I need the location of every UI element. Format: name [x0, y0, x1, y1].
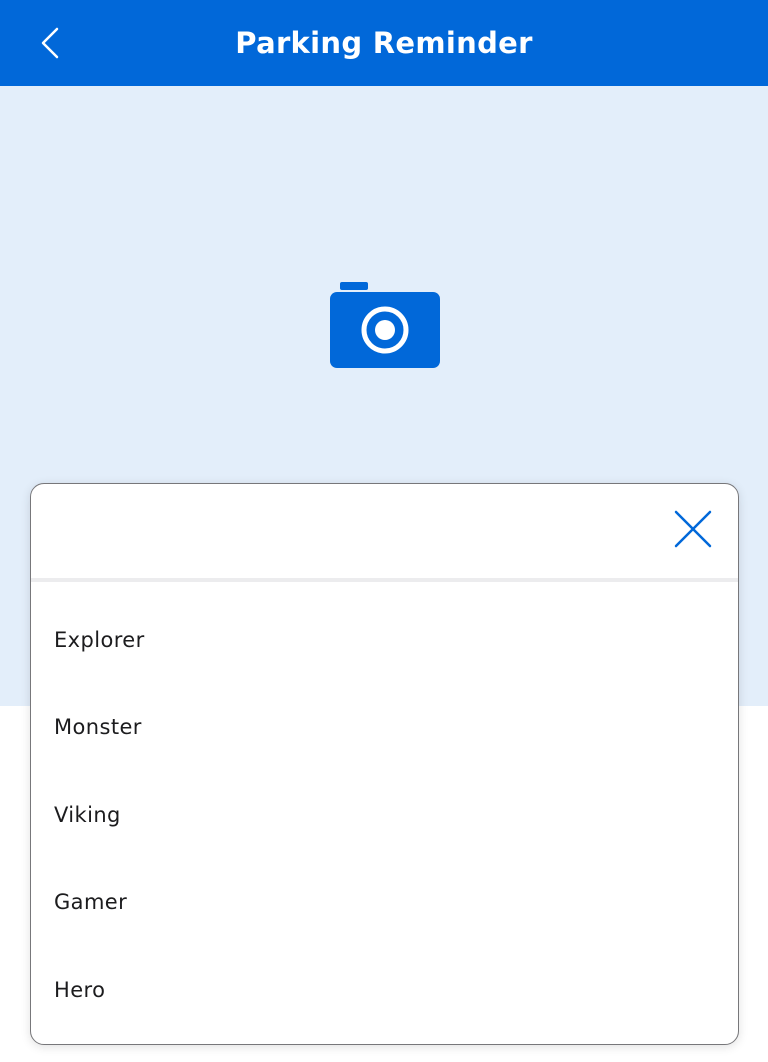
take-photo-button[interactable]: [328, 276, 442, 368]
back-button[interactable]: [30, 22, 70, 64]
page-title: Parking Reminder: [235, 26, 533, 60]
options-list: Explorer Monster Viking Gamer Hero: [31, 582, 738, 1034]
option-gamer[interactable]: Gamer: [31, 859, 738, 947]
close-icon: [674, 510, 712, 548]
nav-bar: Parking Reminder: [0, 0, 768, 86]
camera-icon: [330, 282, 440, 368]
app-screen: Parking Reminder Explorer Monster Viking…: [0, 0, 768, 1062]
option-viking[interactable]: Viking: [31, 771, 738, 859]
option-explorer[interactable]: Explorer: [31, 596, 738, 684]
chevron-left-icon: [41, 27, 59, 59]
option-label: Hero: [54, 977, 106, 1002]
sheet-header: [31, 484, 738, 582]
option-monster[interactable]: Monster: [31, 684, 738, 772]
options-sheet: Explorer Monster Viking Gamer Hero: [30, 483, 739, 1045]
close-button[interactable]: [668, 504, 718, 554]
option-hero[interactable]: Hero: [31, 946, 738, 1034]
option-label: Viking: [54, 802, 121, 827]
option-label: Explorer: [54, 627, 145, 652]
option-label: Monster: [54, 715, 142, 740]
option-label: Gamer: [54, 890, 128, 915]
